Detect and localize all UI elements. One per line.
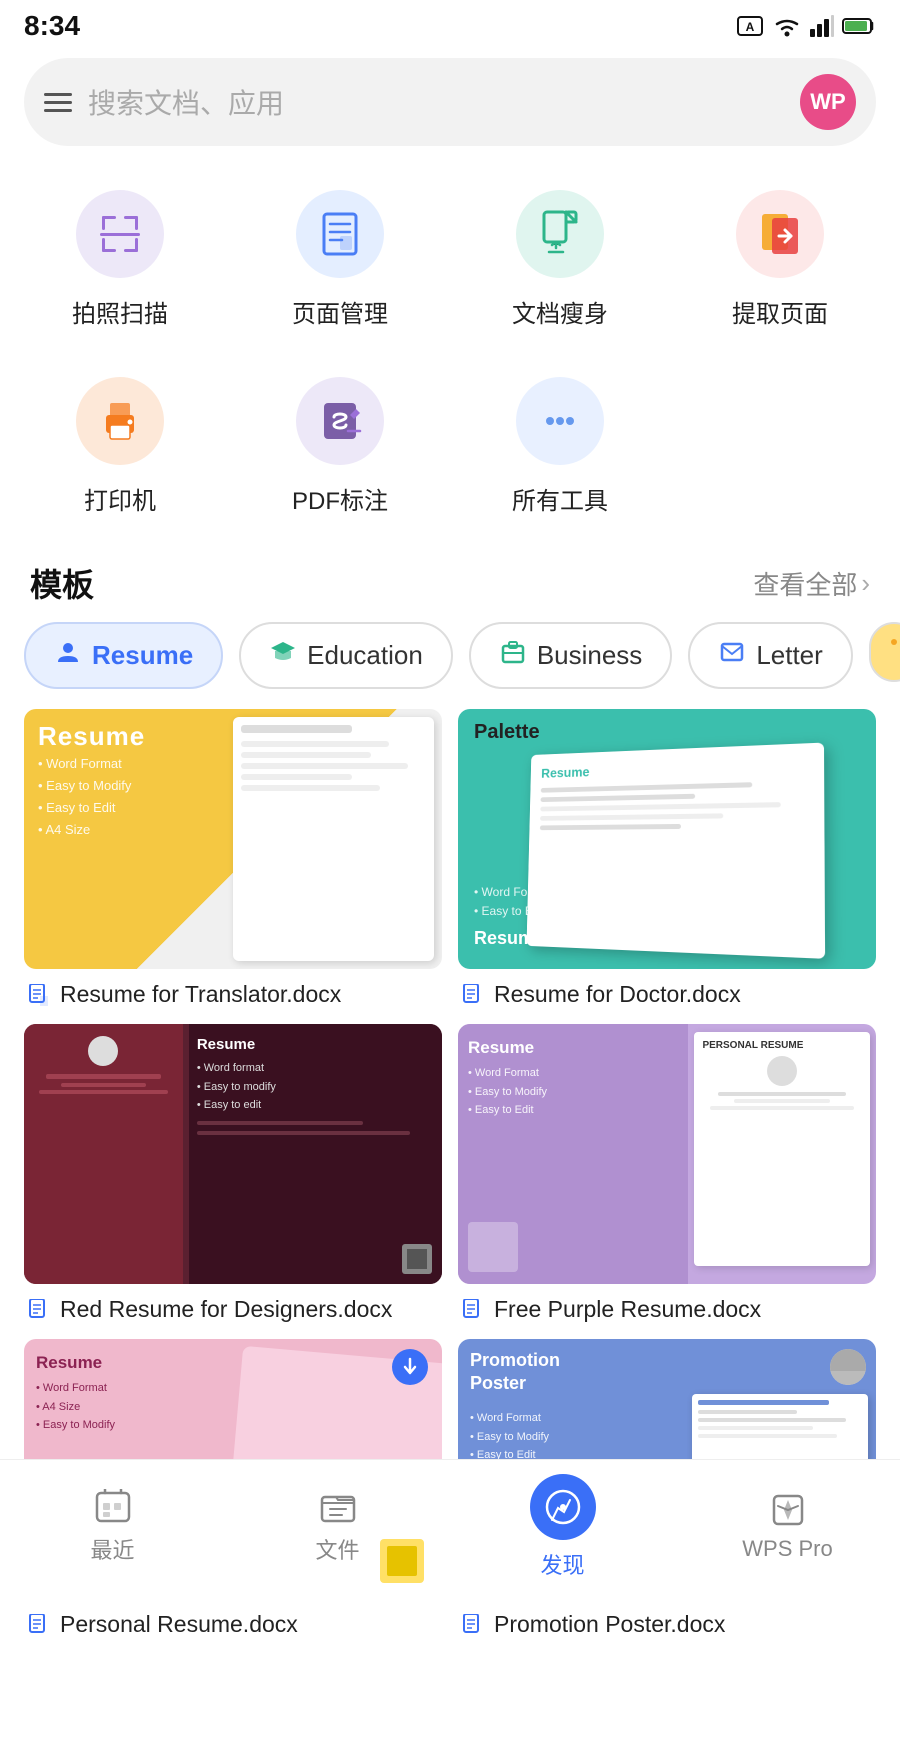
menu-button[interactable]	[44, 93, 72, 112]
resume-tab-label: Resume	[92, 640, 193, 671]
nav-discover-label: 发现	[540, 1548, 584, 1580]
template-thumb-4: Resume • Word Format• Easy to Modify• Ea…	[458, 1024, 876, 1284]
tool-pdf-annotate[interactable]: PDF标注	[230, 353, 450, 540]
template-name-5: Personal Resume.docx	[24, 1611, 442, 1638]
printer-label: 打印机	[84, 481, 156, 516]
template-name-text-4: Free Purple Resume.docx	[494, 1296, 761, 1323]
nav-files-label: 文件	[315, 1533, 359, 1565]
page-manage-icon	[314, 208, 366, 260]
tool-scan[interactable]: 拍照扫描	[10, 166, 230, 353]
search-placeholder: 搜索文档、应用	[88, 82, 784, 122]
tab-business[interactable]: Business	[469, 622, 673, 689]
doc-slim-icon-bg	[516, 190, 604, 278]
sim-icon: A	[736, 15, 764, 37]
pdf-annotate-icon-bg	[296, 377, 384, 465]
see-all-button[interactable]: 查看全部 ›	[753, 565, 870, 602]
template-name-2: Resume for Doctor.docx	[458, 981, 876, 1008]
template-name-3: Red Resume for Designers.docx	[24, 1296, 442, 1323]
tab-letter[interactable]: Letter	[688, 622, 853, 689]
template-name-text-2: Resume for Doctor.docx	[494, 981, 741, 1008]
scan-icon	[94, 208, 146, 260]
template-name-6: Promotion Poster.docx	[458, 1611, 876, 1638]
letter-tab-label: Letter	[756, 640, 823, 671]
category-tabs: Resume Education Business Letter	[0, 622, 900, 709]
doc-slim-icon	[534, 208, 586, 260]
all-tools-icon	[534, 395, 586, 447]
templates-section-header: 模板 查看全部 ›	[0, 550, 900, 622]
files-icon	[318, 1489, 358, 1525]
template-name-text-6: Promotion Poster.docx	[494, 1611, 725, 1638]
discover-icon	[544, 1488, 582, 1526]
nav-recent-label: 最近	[90, 1533, 134, 1565]
tool-extract-page[interactable]: 提取页面	[670, 166, 890, 353]
tool-printer[interactable]: 打印机	[10, 353, 230, 540]
doc-icon-6	[462, 1614, 484, 1636]
search-bar[interactable]: 搜索文档、应用 WP	[24, 58, 876, 146]
printer-icon	[94, 395, 146, 447]
page-manage-label: 页面管理	[292, 294, 388, 329]
nav-wpspro[interactable]: WPS Pro	[675, 1492, 900, 1562]
pdf-annotate-label: PDF标注	[292, 481, 388, 516]
extract-icon-bg	[736, 190, 824, 278]
see-all-label: 查看全部	[753, 565, 857, 602]
template-thumb-2: Palette Resume Resume • Word Format• Eas…	[458, 709, 876, 969]
nav-recent[interactable]: 最近	[0, 1489, 225, 1565]
scan-label: 拍照扫描	[72, 294, 168, 329]
template-item-1[interactable]: Resume • Word Format• Easy to Modify• Ea…	[24, 709, 442, 1008]
template-thumb-1: Resume • Word Format• Easy to Modify• Ea…	[24, 709, 442, 969]
tab-resume[interactable]: Resume	[24, 622, 223, 689]
tab-more[interactable]	[869, 622, 900, 682]
doc-icon-3	[28, 1299, 50, 1321]
wpspro-icon	[768, 1492, 808, 1528]
template-name-4: Free Purple Resume.docx	[458, 1296, 876, 1323]
nav-wpspro-label: WPS Pro	[742, 1536, 832, 1562]
education-tab-label: Education	[307, 640, 423, 671]
letter-tab-icon	[718, 638, 746, 673]
avatar[interactable]: WP	[800, 74, 856, 130]
all-tools-icon-bg	[516, 377, 604, 465]
tool-all-tools[interactable]: 所有工具	[450, 353, 670, 540]
chevron-right-icon: ›	[861, 568, 870, 599]
page-manage-icon-bg	[296, 190, 384, 278]
scan-icon-bg	[76, 190, 164, 278]
wifi-icon	[772, 15, 802, 37]
all-tools-label: 所有工具	[512, 481, 608, 516]
business-tab-label: Business	[537, 640, 643, 671]
doc-icon-4	[462, 1299, 484, 1321]
doc-icon-2	[462, 984, 484, 1006]
tab-education[interactable]: Education	[239, 622, 453, 689]
status-bar: 8:34 A	[0, 0, 900, 48]
doc-icon-5	[28, 1614, 50, 1636]
extract-icon	[754, 208, 806, 260]
tool-doc-slim[interactable]: 文档瘦身	[450, 166, 670, 353]
templates-title: 模板	[30, 560, 94, 606]
template-name-text-3: Red Resume for Designers.docx	[60, 1296, 392, 1323]
template-item-2[interactable]: Palette Resume Resume • Word Format• Eas…	[458, 709, 876, 1008]
template-name-text-1: Resume for Translator.docx	[60, 981, 341, 1008]
printer-icon-bg	[76, 377, 164, 465]
status-time: 8:34	[24, 10, 80, 42]
education-tab-icon	[269, 638, 297, 673]
tool-page-manage[interactable]: 页面管理	[230, 166, 450, 353]
signal-icon	[810, 15, 834, 37]
template-item-4[interactable]: Resume • Word Format• Easy to Modify• Ea…	[458, 1024, 876, 1323]
status-icons: A	[736, 15, 876, 37]
svg-text:A: A	[746, 20, 755, 34]
recent-icon	[93, 1489, 133, 1525]
doc-slim-label: 文档瘦身	[512, 294, 608, 329]
template-item-3[interactable]: Resume • Word format• Easy to modify• Ea…	[24, 1024, 442, 1323]
template-name-1: Resume for Translator.docx	[24, 981, 442, 1008]
nav-discover[interactable]: 发现	[450, 1474, 675, 1580]
template-thumb-3: Resume • Word format• Easy to modify• Ea…	[24, 1024, 442, 1284]
business-tab-icon	[499, 638, 527, 673]
pdf-annotate-icon	[314, 395, 366, 447]
bottom-nav: 最近 文件 发现 WPS Pro	[0, 1459, 900, 1600]
discover-icon-circle	[530, 1474, 596, 1540]
resume-tab-icon	[54, 638, 82, 673]
doc-icon-1	[28, 984, 50, 1006]
battery-icon	[842, 17, 876, 35]
extract-label: 提取页面	[732, 294, 828, 329]
tools-grid: 拍照扫描 页面管理 文档瘦身	[0, 166, 900, 540]
template-name-text-5: Personal Resume.docx	[60, 1611, 298, 1638]
